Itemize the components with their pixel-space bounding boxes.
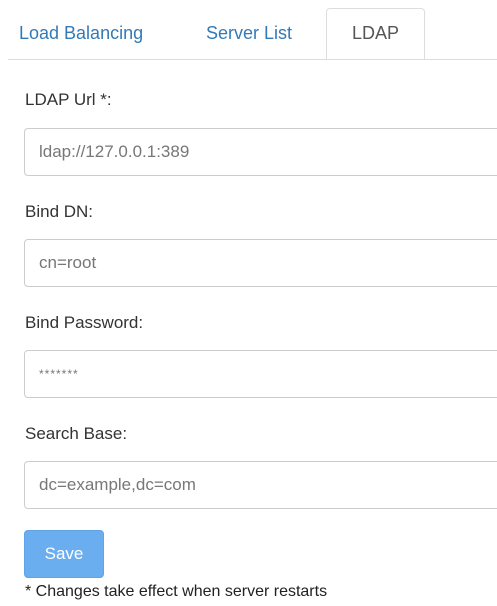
search-base-label: Search Base: (25, 424, 128, 443)
tab-load-balancing[interactable]: Load Balancing (19, 8, 143, 59)
bind-password-label: Bind Password: (25, 313, 144, 332)
ldap-url-label: LDAP Url *: (25, 90, 112, 109)
save-button[interactable]: Save (24, 530, 104, 578)
tab-bar: Load Balancing Server List LDAP (0, 0, 497, 60)
restart-note: * Changes take effect when server restar… (25, 583, 328, 600)
tab-server-list[interactable]: Server List (206, 8, 292, 59)
bind-dn-input[interactable] (24, 239, 497, 287)
tab-divider (8, 59, 497, 60)
bind-dn-label: Bind DN: (25, 202, 94, 221)
bind-password-input[interactable] (24, 350, 497, 398)
ldap-url-input[interactable] (24, 128, 497, 176)
tab-ldap[interactable]: LDAP (326, 8, 425, 60)
search-base-input[interactable] (24, 461, 497, 509)
